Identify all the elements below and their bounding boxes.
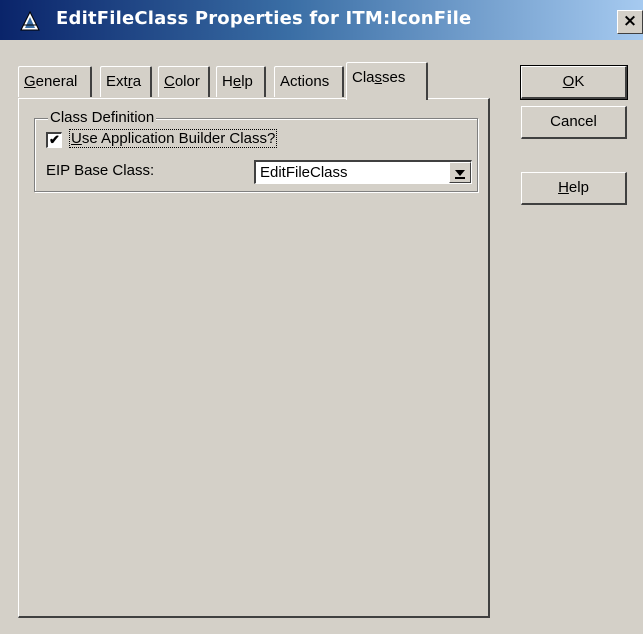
help-button[interactable]: Help (521, 172, 627, 205)
chevron-down-icon (455, 170, 465, 176)
group-title: Class Definition (48, 109, 157, 126)
title-bar: EditFileClass Properties for ITM:IconFil… (0, 0, 643, 40)
eip-base-class-label: EIP Base Class: (46, 162, 155, 179)
use-app-builder-class-label[interactable]: Use Application Builder Class? (68, 129, 278, 148)
ok-button[interactable]: OK (520, 65, 628, 100)
window-title: EditFileClass Properties for ITM:IconFil… (56, 8, 472, 29)
tab-classes[interactable]: Classes (346, 62, 428, 100)
tab-extra[interactable]: Extra (100, 66, 152, 97)
cancel-button[interactable]: Cancel (521, 106, 627, 139)
tab-color[interactable]: Color (158, 66, 210, 97)
app-icon (20, 11, 40, 31)
tab-general[interactable]: General (18, 66, 92, 97)
eip-base-class-select[interactable]: EditFileClass (254, 160, 472, 184)
dropdown-bar-icon (455, 177, 465, 179)
use-app-builder-class-checkbox[interactable]: ✔ (46, 132, 62, 148)
eip-base-class-value: EditFileClass (260, 164, 348, 181)
tab-actions[interactable]: Actions (274, 66, 344, 97)
tab-help[interactable]: Help (216, 66, 266, 97)
close-button[interactable]: × (617, 10, 643, 34)
dropdown-button[interactable] (449, 162, 471, 183)
